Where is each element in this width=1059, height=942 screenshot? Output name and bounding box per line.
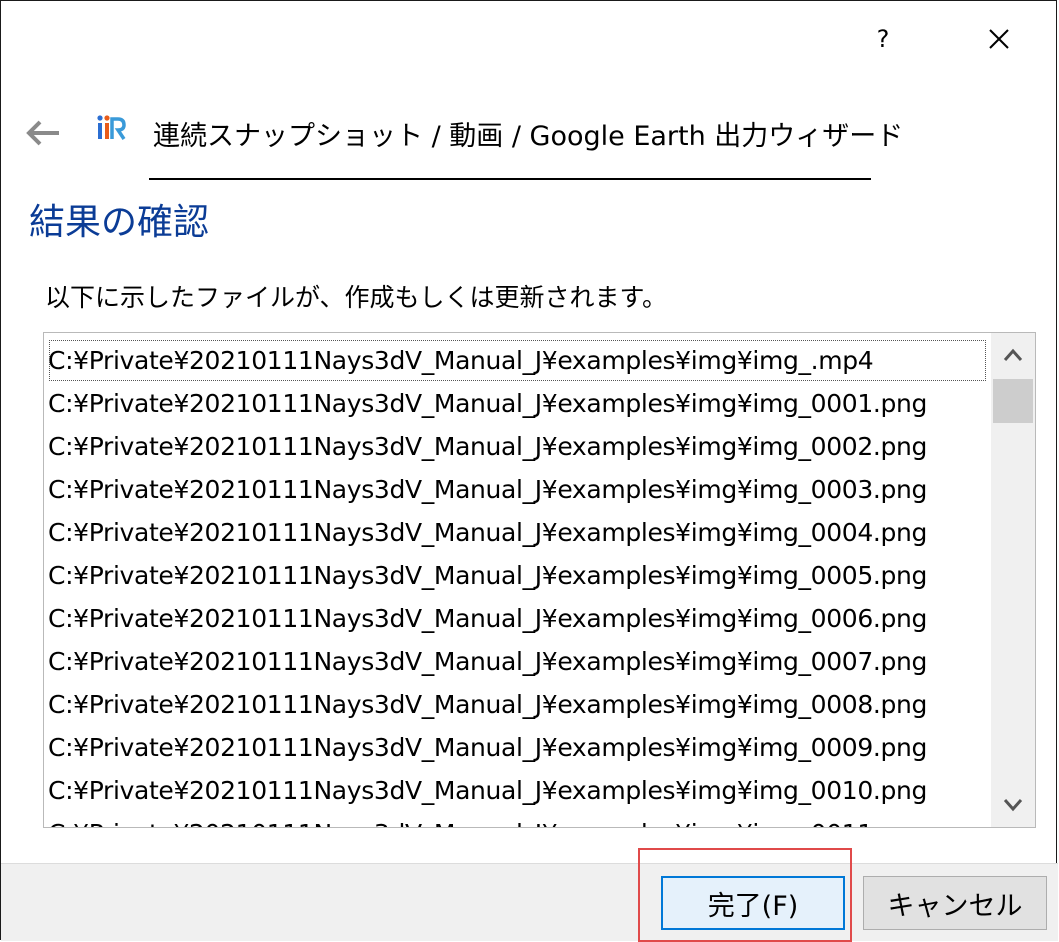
header-divider: [149, 178, 871, 180]
scroll-down-button[interactable]: [991, 783, 1035, 827]
list-item[interactable]: C:¥Private¥20210111Nays3dV_Manual_J¥exam…: [48, 683, 987, 726]
page-description: 以下に示したファイルが、作成もしくは更新されます。: [45, 283, 668, 312]
vertical-scrollbar[interactable]: [991, 333, 1035, 827]
list-item[interactable]: C:¥Private¥20210111Nays3dV_Manual_J¥exam…: [48, 511, 987, 554]
wizard-window: ? 連続スナップショット / 動画 / Google Earth 出力ウィザード…: [0, 0, 1058, 941]
close-button[interactable]: [977, 17, 1021, 61]
file-list-items: C:¥Private¥20210111Nays3dV_Manual_J¥exam…: [48, 339, 987, 827]
list-item[interactable]: C:¥Private¥20210111Nays3dV_Manual_J¥exam…: [48, 554, 987, 597]
scroll-up-button[interactable]: [991, 333, 1035, 377]
list-item[interactable]: C:¥Private¥20210111Nays3dV_Manual_J¥exam…: [48, 468, 987, 511]
arrow-left-icon: [26, 120, 59, 146]
list-item[interactable]: C:¥Private¥20210111Nays3dV_Manual_J¥exam…: [48, 769, 987, 812]
list-item[interactable]: C:¥Private¥20210111Nays3dV_Manual_J¥exam…: [48, 339, 987, 382]
scroll-thumb[interactable]: [993, 379, 1033, 423]
list-item[interactable]: C:¥Private¥20210111Nays3dV_Manual_J¥exam…: [48, 425, 987, 468]
list-item[interactable]: C:¥Private¥20210111Nays3dV_Manual_J¥exam…: [48, 382, 987, 425]
list-item[interactable]: C:¥Private¥20210111Nays3dV_Manual_J¥exam…: [48, 726, 987, 769]
help-icon: ?: [876, 25, 890, 53]
page-title: 結果の確認: [29, 202, 210, 243]
file-list[interactable]: C:¥Private¥20210111Nays3dV_Manual_J¥exam…: [43, 332, 1036, 828]
close-icon: [989, 29, 1009, 49]
iric-logo-icon: [97, 115, 126, 140]
back-button[interactable]: [21, 115, 65, 151]
help-button[interactable]: ?: [861, 17, 905, 61]
wizard-title: 連続スナップショット / 動画 / Google Earth 出力ウィザード: [153, 121, 904, 152]
finish-button[interactable]: 完了(F): [661, 876, 845, 930]
list-item[interactable]: C:¥Private¥20210111Nays3dV_Manual_J¥exam…: [48, 597, 987, 640]
list-item[interactable]: C:¥Private¥20210111Nays3dV_Manual_J¥exam…: [48, 640, 987, 683]
chevron-up-icon: [1003, 348, 1023, 361]
cancel-button[interactable]: キャンセル: [863, 876, 1047, 930]
chevron-down-icon: [1003, 799, 1023, 812]
list-item[interactable]: C:¥Private¥20210111Nays3dV_Manual_J¥exam…: [48, 812, 987, 827]
